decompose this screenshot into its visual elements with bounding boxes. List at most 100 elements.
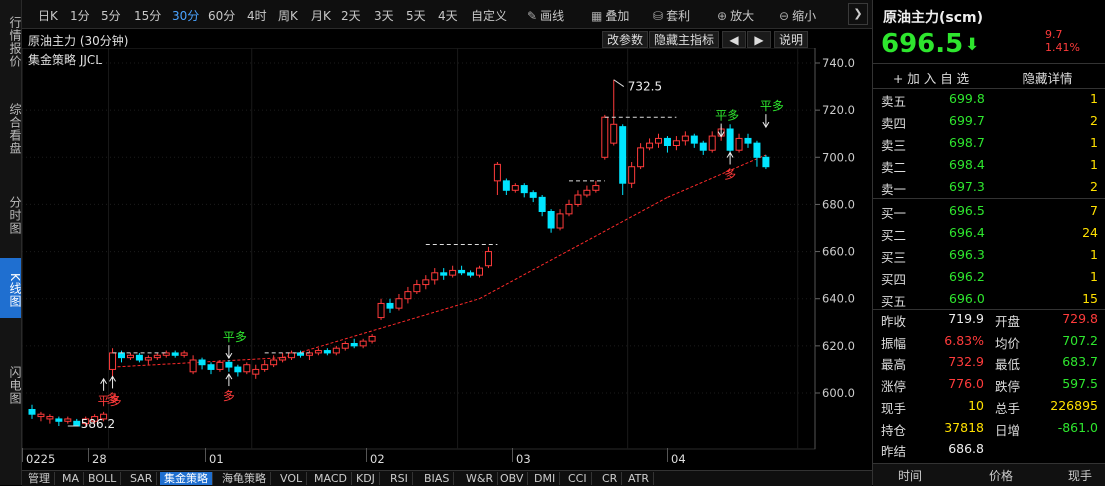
candle-body: [377, 302, 385, 319]
candle-body: [341, 343, 349, 349]
signal-label: 多: [724, 168, 736, 182]
indicator-tab-0[interactable]: 管理: [24, 472, 55, 485]
candle-body: [762, 156, 770, 168]
price-tick-label: 700.0: [822, 150, 855, 164]
level-price: 697.3: [949, 179, 985, 194]
date-label: 0225: [26, 452, 56, 466]
overlay-button[interactable]: ▦ 叠加: [591, 7, 629, 24]
candle-body: [404, 291, 412, 300]
hide-main-indicator-button[interactable]: 隐藏主指标: [649, 31, 720, 48]
kline-chart[interactable]: 740.0 720.0 700.0 680.0 660.0 640.0 620.0 600.0…: [22, 48, 872, 450]
candle-body: [583, 189, 591, 196]
stat-value: 707.2: [1062, 332, 1098, 348]
arbitrage-button[interactable]: ⛁ 套利: [653, 7, 690, 24]
period-toolbar: 日K 1分 5分 15分 30分 60分 4时 周K 月K 2天 3天 5天 4天 自定义 ✎ 画线 ▦ 叠加…: [22, 0, 872, 29]
level-price: 696.2: [949, 269, 985, 284]
zoom-in-button[interactable]: ⊕ 放大: [717, 7, 754, 24]
period-13[interactable]: 自定义: [471, 7, 507, 24]
zoom-out-button[interactable]: ⊖ 缩小: [779, 7, 816, 24]
edit-params-button[interactable]: 改参数: [602, 31, 649, 48]
period-1[interactable]: 1分: [70, 7, 90, 24]
trend-line: [667, 154, 767, 198]
order-book-row: 买一 696.5 7: [873, 200, 1105, 222]
price-tick-label: 660.0: [822, 245, 855, 259]
period-7[interactable]: 周K: [278, 7, 298, 24]
candle-body: [619, 126, 627, 184]
price-tick-label: 680.0: [822, 197, 855, 211]
candle-body: [601, 116, 609, 158]
left-tab-1[interactable]: 综合看盘: [0, 90, 22, 164]
left-nav-tabs: 行情报价综合看盘分时图 K线图闪电图: [0, 0, 22, 485]
stat-value: 683.7: [1062, 354, 1098, 370]
left-tab-0[interactable]: 行情报价: [0, 2, 22, 78]
period-10[interactable]: 3天: [374, 7, 394, 24]
indicator-tab-16[interactable]: ATR: [624, 472, 655, 485]
candle-body: [252, 368, 260, 375]
date-tick: [512, 448, 513, 462]
draw-line-button[interactable]: ✎ 画线: [527, 7, 564, 24]
candle-body: [565, 203, 573, 215]
candle-body: [610, 123, 618, 144]
period-11[interactable]: 5天: [406, 7, 426, 24]
price-tick-label: 720.0: [822, 103, 855, 117]
signal-label: 多: [107, 391, 119, 405]
candle-body: [55, 418, 63, 422]
indicator-tab-8[interactable]: KDJ: [352, 472, 380, 485]
candle-body: [458, 269, 466, 274]
indicator-tab-15[interactable]: CR: [598, 472, 623, 485]
period-0[interactable]: 日K: [38, 7, 58, 24]
indicator-tab-5[interactable]: 海龟策略: [218, 472, 271, 485]
period-2[interactable]: 5分: [101, 7, 121, 24]
price-tick-label: 620.0: [822, 339, 855, 353]
change-value: 9.7: [1045, 28, 1063, 41]
level-price: 696.4: [949, 225, 985, 240]
left-tab-4[interactable]: 闪电图: [0, 350, 22, 416]
indicator-tab-2[interactable]: BOLL: [84, 472, 122, 485]
candle-body: [126, 354, 134, 359]
period-6[interactable]: 4时: [247, 7, 267, 24]
period-3[interactable]: 15分: [134, 7, 161, 24]
scroll-left-button[interactable]: ◀: [722, 31, 746, 48]
stat-label: 现手: [881, 400, 907, 416]
indicator-tab-3[interactable]: SAR: [126, 472, 158, 485]
indicator-tab-9[interactable]: RSI: [386, 472, 413, 485]
indicator-tab-7[interactable]: MACD: [310, 472, 352, 485]
indicator-tab-10[interactable]: BIAS: [420, 472, 455, 485]
scroll-right-button[interactable]: ▶: [747, 31, 771, 48]
period-4[interactable]: 30分: [172, 7, 199, 24]
left-tab-2[interactable]: 分时图: [0, 180, 22, 246]
indicator-tab-6[interactable]: VOL: [276, 472, 308, 485]
candle-body: [744, 137, 752, 144]
contract-name: 原油主力(scm): [883, 10, 984, 26]
candle-body: [359, 340, 367, 347]
quote-panel: 原油主力(scm) 696.5 ⬇ 9.7 1.41% + 加 入 自 选 隐藏…: [872, 0, 1105, 486]
indicator-tab-11[interactable]: W&R: [462, 472, 499, 485]
period-5[interactable]: 60分: [208, 7, 235, 24]
level-label: 买五: [881, 294, 907, 309]
indicator-tab-1[interactable]: MA: [58, 472, 85, 485]
candle-body: [735, 137, 743, 151]
level-volume: 24: [1082, 225, 1098, 240]
indicator-tab-14[interactable]: CCI: [564, 472, 592, 485]
date-tick: [366, 448, 367, 462]
period-12[interactable]: 4天: [438, 7, 458, 24]
level-price: 698.4: [949, 157, 985, 172]
stat-value: 37818: [944, 419, 984, 435]
candle-body: [180, 352, 188, 356]
period-8[interactable]: 月K: [311, 7, 331, 24]
hide-detail-button[interactable]: 隐藏详情: [989, 68, 1105, 87]
add-watchlist-button[interactable]: + 加 入 自 选: [873, 68, 989, 87]
toolbar-next-button[interactable]: ❯: [848, 3, 868, 25]
left-tab-3[interactable]: K线图: [0, 258, 22, 318]
indicator-tab-4[interactable]: 集金策略: [160, 472, 213, 485]
order-book-row: 卖二 698.4 1: [873, 154, 1105, 176]
candle-body: [449, 269, 457, 276]
candle-body: [37, 413, 45, 418]
indicator-tab-13[interactable]: DMI: [530, 472, 561, 485]
indicator-tab-12[interactable]: OBV: [496, 472, 529, 485]
level-volume: 1: [1090, 247, 1098, 262]
period-9[interactable]: 2天: [341, 7, 361, 24]
candle-body: [395, 298, 403, 309]
candle-body: [153, 354, 161, 359]
help-button[interactable]: 说明: [774, 31, 809, 48]
